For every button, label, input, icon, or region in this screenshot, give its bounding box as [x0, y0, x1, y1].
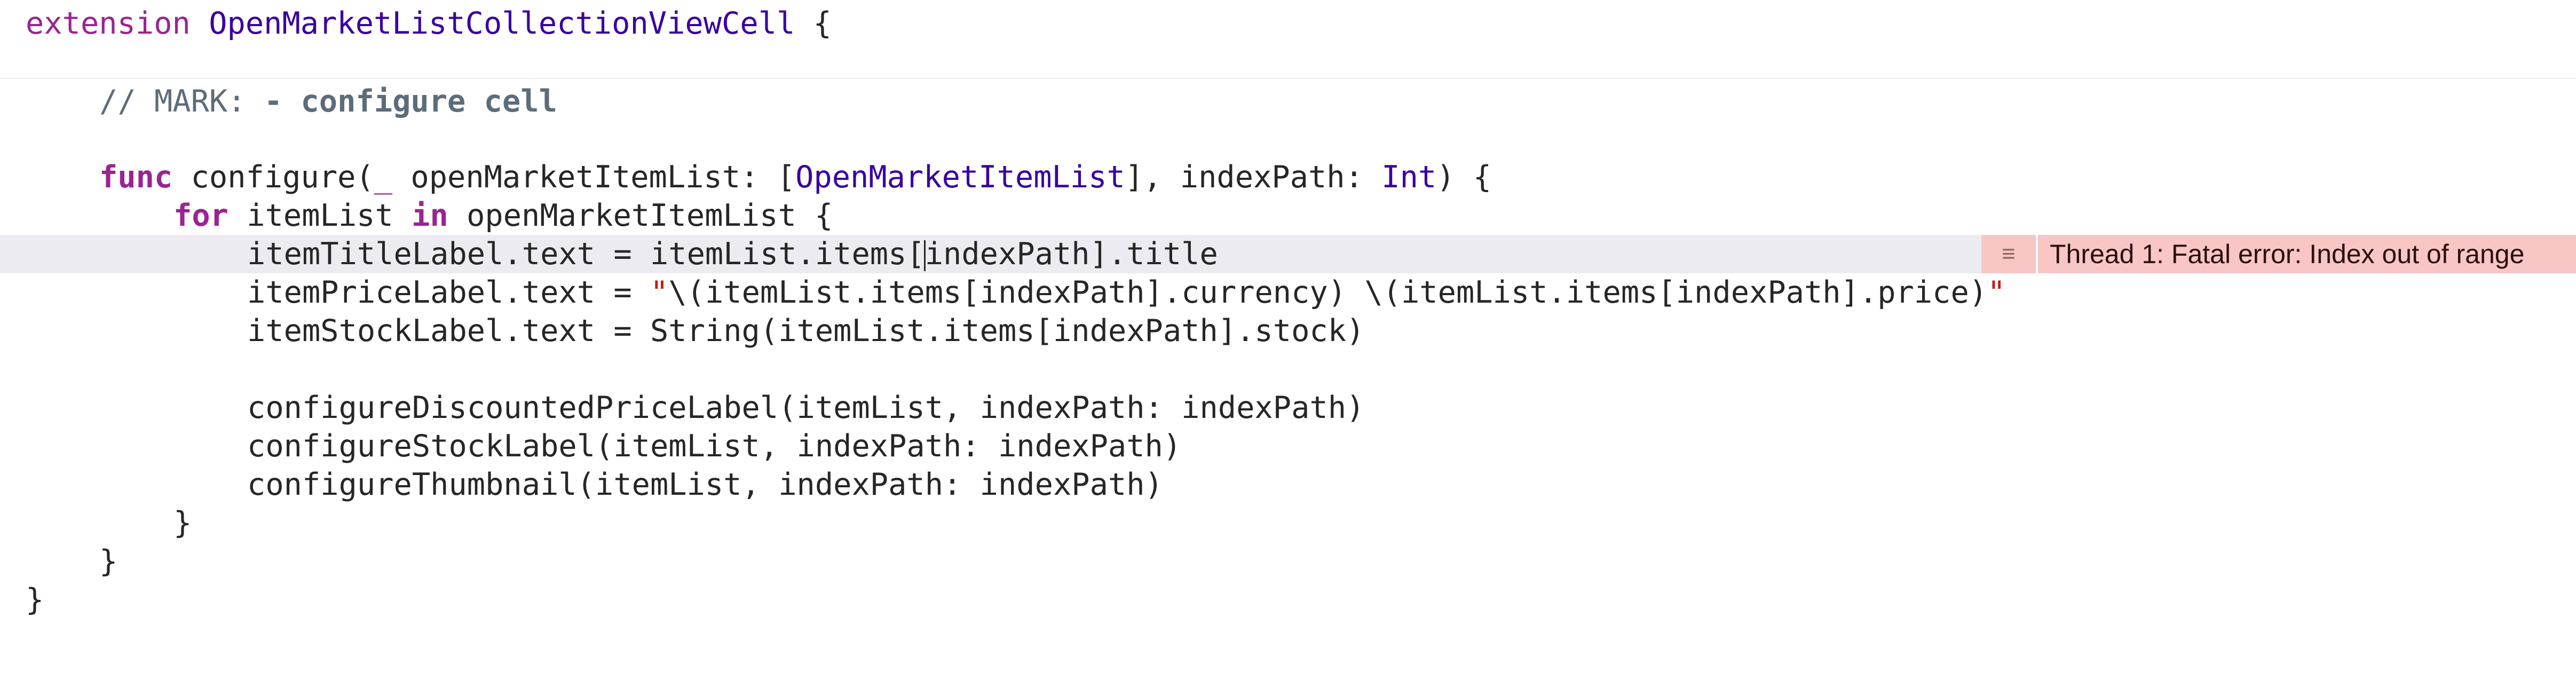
code-text: configureDiscountedPriceLabel(itemList, …	[247, 390, 1365, 425]
error-icon-button[interactable]: ≡	[1981, 235, 2038, 273]
code-line-7[interactable]: itemStockLabel.text = String(itemList.it…	[0, 312, 2576, 350]
error-message: Thread 1: Fatal error: Index out of rang…	[2050, 239, 2525, 269]
code-text: configureThumbnail(itemList, indexPath: …	[247, 467, 1163, 502]
keyword-for: for	[173, 198, 228, 233]
code-text: itemPriceLabel.text =	[247, 275, 650, 310]
code-line-10[interactable]: configureThumbnail(itemList, indexPath: …	[0, 465, 2576, 504]
code-line-4[interactable]: for itemList in openMarketItemList {	[0, 196, 2576, 235]
type-name: OpenMarketItemList	[795, 160, 1125, 195]
code-line-11[interactable]: }	[0, 504, 2576, 542]
code-editor[interactable]: extension OpenMarketListCollectionViewCe…	[0, 0, 2576, 636]
code-text: itemStockLabel.text = String(itemList.it…	[247, 313, 1365, 349]
code-line-6[interactable]: itemPriceLabel.text = "\(itemList.items[…	[0, 273, 2576, 312]
code-line-1[interactable]: extension OpenMarketListCollectionViewCe…	[0, 4, 2576, 43]
code-line-9[interactable]: configureStockLabel(itemList, indexPath:…	[0, 427, 2576, 465]
string-quote: "	[650, 275, 669, 310]
section-divider	[0, 78, 2576, 79]
code-text: openMarketItemList {	[448, 198, 833, 233]
underscore-label: _	[374, 160, 393, 195]
type-name: Int	[1381, 160, 1437, 195]
code-line-13[interactable]: }	[0, 581, 2576, 619]
keyword-in: in	[412, 198, 448, 233]
code-text: ) {	[1436, 160, 1492, 195]
code-text: configure(	[172, 160, 374, 195]
code-text: openMarketItemList: [	[392, 160, 796, 195]
code-text: itemTitleLabel.text = itemList.items[	[247, 236, 925, 272]
code-text: indexPath].title	[924, 236, 1218, 272]
code-line-3[interactable]: func configure(_ openMarketItemList: [Op…	[0, 158, 2576, 196]
code-line-8[interactable]: configureDiscountedPriceLabel(itemList, …	[0, 389, 2576, 427]
code-text: configureStockLabel(itemList, indexPath:…	[247, 429, 1182, 464]
code-text: ], indexPath:	[1125, 160, 1382, 195]
closing-brace: }	[99, 544, 118, 579]
closing-brace: }	[26, 582, 44, 618]
closing-brace: }	[173, 505, 192, 541]
comment-text: // MARK:	[99, 84, 264, 119]
keyword-extension: extension	[26, 6, 191, 41]
code-text: {	[795, 6, 832, 41]
type-name: OpenMarketListCollectionViewCell	[209, 6, 795, 41]
string-quote: "	[1987, 275, 2006, 310]
code-line-12[interactable]: }	[0, 542, 2576, 581]
lines-icon: ≡	[2002, 241, 2016, 267]
keyword-func: func	[99, 160, 173, 195]
code-text: \(itemList.items[indexPath].currency) \(…	[668, 275, 1988, 310]
error-banner[interactable]: ≡ Thread 1: Fatal error: Index out of ra…	[1981, 235, 2576, 273]
code-text: itemList	[228, 198, 412, 233]
code-line-2[interactable]: // MARK: - configure cell	[0, 82, 2576, 121]
mark-title: - configure cell	[264, 84, 557, 119]
